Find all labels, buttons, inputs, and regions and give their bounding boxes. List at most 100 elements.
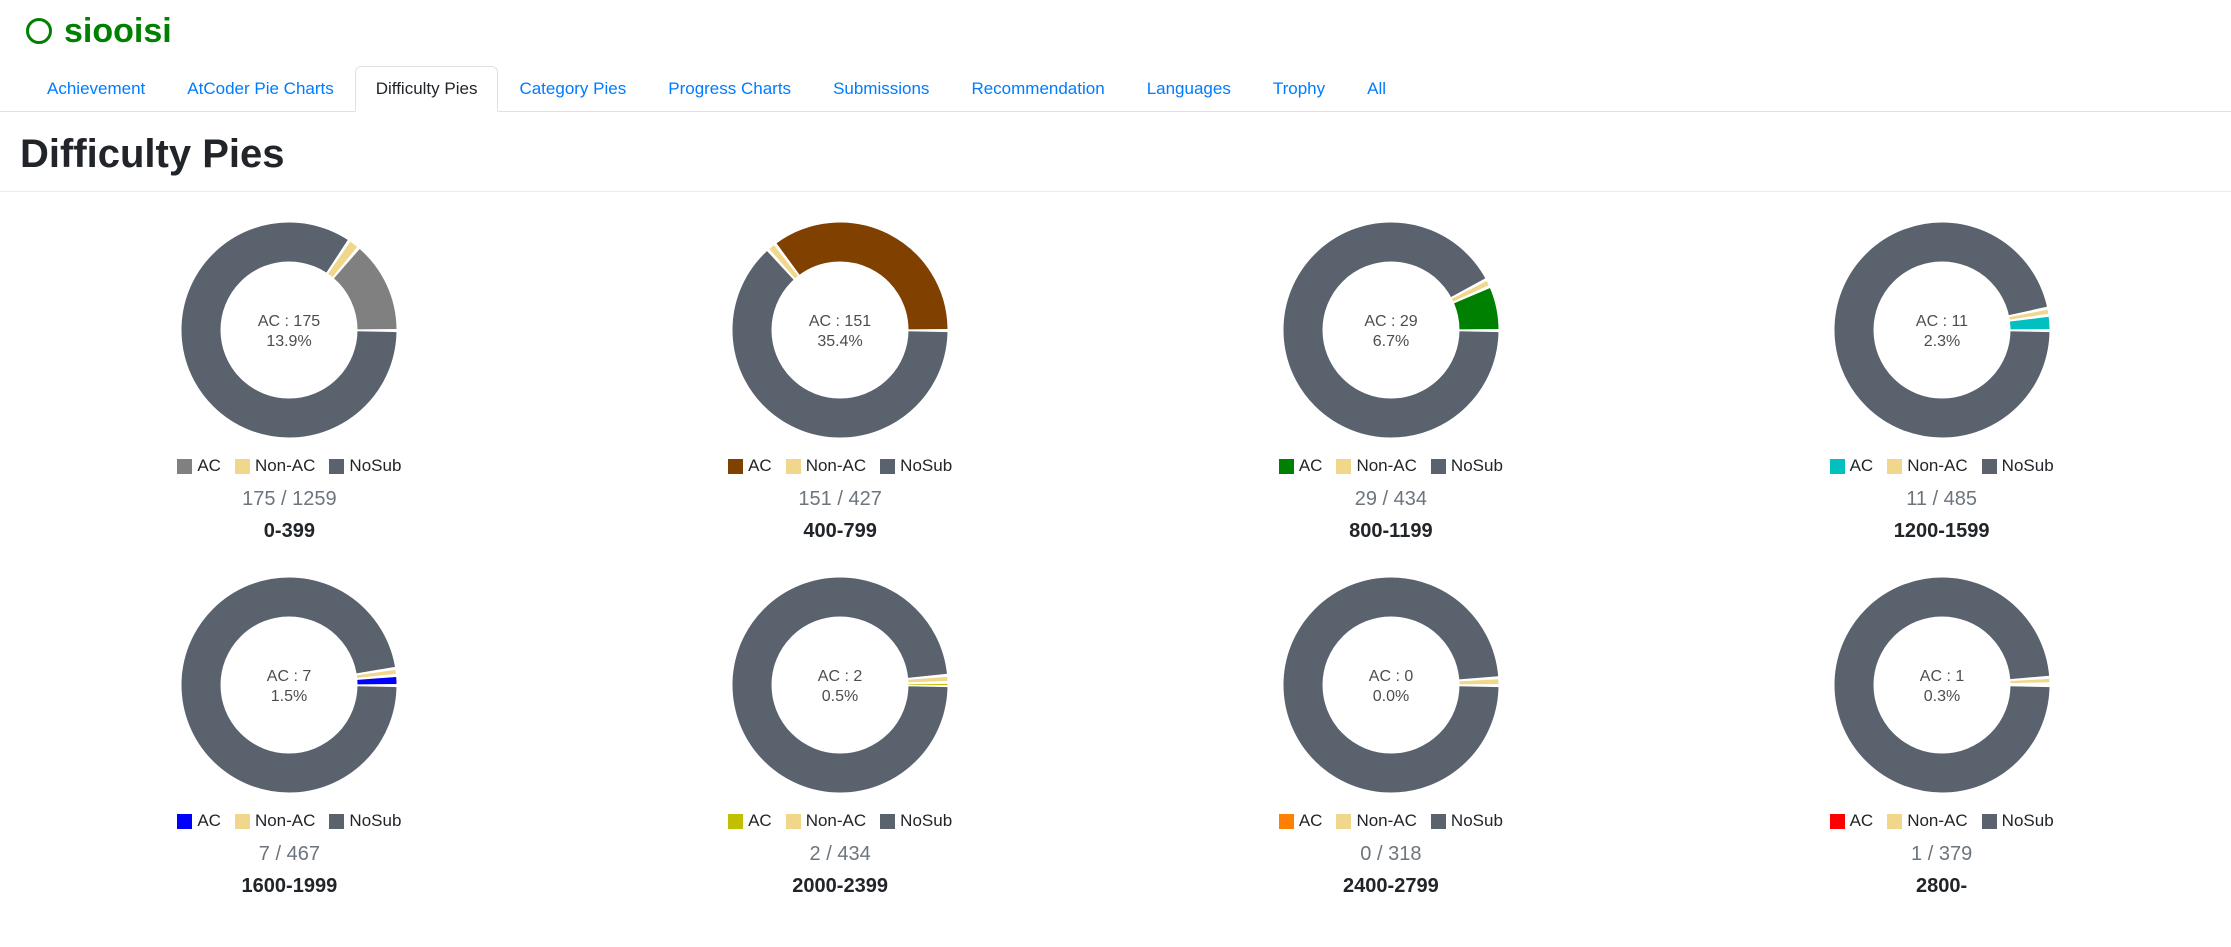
pie-center-percent: 2.3% [1923,333,1959,350]
pie-center-percent: 0.3% [1923,688,1959,705]
tab-label: Difficulty Pies [375,79,478,98]
tab-atcoder-pie-charts[interactable]: AtCoder Pie Charts [166,66,354,112]
legend-item-ac: AC [1829,811,1874,831]
legend-label-nosub: NoSub [349,811,402,830]
pie-legend: AC Non-AC NoSub [721,811,959,831]
tab-label: Achievement [47,79,146,98]
legend-swatch-nosub [1981,813,1997,829]
pie-legend: AC Non-AC NoSub [170,456,408,476]
legend-swatch-nosub [1430,458,1446,474]
donut-chart: AC : 151 35.4% [732,221,950,438]
tab-trophy[interactable]: Trophy [1252,66,1346,112]
legend-label-nosub: NoSub [2001,811,2054,830]
pie-segment-ac[interactable] [333,248,397,331]
donut-chart: AC : 7 1.5% [181,577,399,793]
donut-chart: AC : 11 2.3% [1834,222,2051,438]
legend-label-nosub: NoSub [900,811,953,830]
pie-center-percent: 0.5% [822,688,858,705]
solved-count: 1 / 379 [1911,843,1973,865]
legend-swatch-nosub [880,813,896,829]
difficulty-range-title: 800-1199 [1349,520,1433,542]
donut-chart: AC : 175 13.9% [181,222,399,438]
legend-label-nosub: NoSub [1450,811,1503,830]
tab-achievement[interactable]: Achievement [26,66,166,112]
legend-item-nosub: NoSub [1430,811,1503,831]
user-color-circle-icon [26,18,52,44]
difficulty-pie-card: AC : 2 0.5% AC Non-AC NoSub 2 / 434 2000-… [565,573,1116,898]
legend-item-ac: AC [1278,456,1322,476]
legend-swatch-ac [1829,813,1845,829]
legend-label-non-ac: Non-AC [805,811,867,830]
legend-swatch-nosub [1981,458,1997,474]
pie-center-ac-count: AC : 7 [267,668,312,685]
tab-label: Recommendation [971,79,1105,98]
legend-swatch-non-ac [234,458,250,474]
legend-swatch-non-ac [1887,813,1903,829]
legend-swatch-non-ac [234,813,250,829]
legend-swatch-nosub [1430,813,1446,829]
donut-chart: AC : 0 0.0% [1283,577,1500,793]
legend-swatch-non-ac [785,458,801,474]
tab-label: Languages [1146,79,1231,98]
pie-segment-ac[interactable] [1453,287,1499,331]
legend-swatch-ac [1829,458,1845,474]
legend-item-non-ac: Non-AC [1887,456,1968,476]
difficulty-range-title: 0-399 [263,520,315,542]
legend-item-non-ac: Non-AC [785,811,867,831]
tab-category-pies[interactable]: Category Pies [498,66,647,112]
tab-progress-charts[interactable]: Progress Charts [647,66,812,112]
difficulty-range-title: 2400-2799 [1343,875,1439,897]
tab-submissions[interactable]: Submissions [812,66,950,112]
pie-center-ac-count: AC : 175 [258,313,320,330]
solved-count: 29 / 434 [1354,488,1428,510]
difficulty-pie-card: AC : 0 0.0% AC Non-AC NoSub 0 / 318 2400-… [1116,573,1667,898]
legend-swatch-ac [728,813,744,829]
legend-swatch-ac [1278,813,1294,829]
pie-segment-nosub[interactable] [1283,577,1499,793]
difficulty-pie-card: AC : 1 0.3% AC Non-AC NoSub 1 / 379 2800- [1666,573,2217,898]
legend-item-nosub: NoSub [329,456,401,476]
solved-count: 175 / 1259 [242,488,337,510]
pie-center-percent: 0.0% [1373,688,1409,705]
legend-item-ac: AC [728,811,772,831]
tab-languages[interactable]: Languages [1126,66,1252,112]
legend-label-non-ac: Non-AC [805,456,867,475]
pie-segment-non-ac[interactable] [328,241,358,278]
donut-chart: AC : 29 6.7% [1283,222,1500,438]
pie-segment-nosub[interactable] [1834,222,2050,438]
tab-all[interactable]: All [1346,66,1407,112]
legend-label-ac: AC [1849,811,1874,830]
legend-label-nosub: NoSub [2001,456,2054,475]
difficulty-range-title: 1200-1599 [1893,520,1990,542]
pie-segment-nosub[interactable] [1283,222,1499,438]
pie-segment-non-ac[interactable] [769,245,799,279]
solved-count: 7 / 467 [258,843,320,865]
difficulty-pie-card: AC : 151 35.4% AC Non-AC NoSub 151 / 427 … [565,218,1116,543]
legend-label-ac: AC [1298,811,1323,830]
pie-center-percent: 35.4% [817,333,862,350]
difficulty-pie-card: AC : 7 1.5% AC Non-AC NoSub 7 / 467 1600-… [14,573,565,898]
pie-center-ac-count: AC : 2 [818,668,863,685]
pie-legend: AC Non-AC NoSub [1823,811,2061,831]
legend-label-ac: AC [1849,456,1874,475]
pie-segment-non-ac[interactable] [1451,281,1489,302]
pie-segment-nosub[interactable] [732,577,948,793]
tab-difficulty-pies[interactable]: Difficulty Pies [354,66,499,112]
pie-center-ac-count: AC : 11 [1916,313,1968,330]
pie-center-percent: 1.5% [271,688,307,705]
pie-segment-ac[interactable] [2009,315,2050,330]
pie-center-ac-count: AC : 151 [809,313,871,330]
divider [0,191,2231,192]
legend-swatch-ac [177,813,193,829]
tab-label: Progress Charts [668,79,792,98]
page-title: Difficulty Pies [20,132,285,176]
pie-center-percent: 13.9% [267,333,312,350]
legend-label-ac: AC [748,456,772,475]
pie-segment-non-ac[interactable] [2008,309,2048,320]
tab-recommendation[interactable]: Recommendation [950,66,1125,112]
pie-segment-nosub[interactable] [181,577,397,793]
tab-label: All [1367,79,1387,98]
pie-segment-nosub[interactable] [1834,577,2050,793]
legend-item-non-ac: Non-AC [1336,456,1417,476]
legend-swatch-non-ac [1887,458,1903,474]
